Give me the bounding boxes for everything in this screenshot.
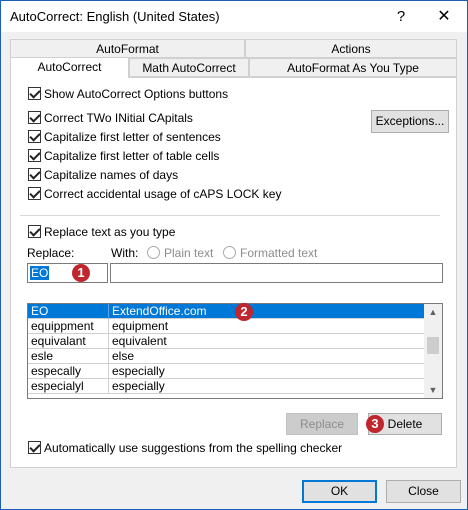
spelling-suggestions-checkbox[interactable] [28, 441, 41, 454]
entry-replace: especally [31, 364, 82, 378]
correct-two-initial-label: Correct TWo INitial CApitals [44, 111, 193, 125]
column-divider [108, 349, 109, 364]
tab-label: AutoFormat As You Type [287, 61, 419, 75]
replace-label: Replace: [27, 246, 75, 260]
tab-label: Actions [331, 42, 371, 56]
with-input[interactable] [110, 263, 443, 283]
list-item[interactable]: especialyl especially [28, 379, 424, 394]
capitalize-table-cells-label: Capitalize first letter of table cells [44, 149, 220, 163]
formatted-text-label: Formatted text [240, 246, 318, 260]
entry-with: equipment [112, 319, 169, 333]
entry-with: else [112, 349, 135, 363]
step-badge-2: 2 [235, 303, 253, 321]
delete-button-label: Delete [387, 417, 423, 431]
replace-input-value: EO [30, 266, 50, 280]
close-window-button[interactable]: ✕ [421, 1, 467, 32]
column-divider [108, 364, 109, 379]
capitalize-table-cells-checkbox[interactable] [28, 149, 41, 162]
formatted-text-radio[interactable] [223, 246, 236, 259]
scroll-down-icon[interactable]: ▼ [424, 383, 442, 397]
tab-label: AutoFormat [96, 42, 159, 56]
scroll-up-icon[interactable]: ▲ [424, 305, 442, 319]
capitalize-sentences-label: Capitalize first letter of sentences [44, 130, 221, 144]
with-label: With: [111, 246, 139, 260]
tab-actions[interactable]: Actions [245, 39, 457, 58]
column-divider [108, 334, 109, 349]
help-button[interactable]: ? [381, 1, 421, 32]
list-scrollbar[interactable]: ▲ ▼ [424, 304, 442, 398]
plain-text-radio[interactable] [147, 246, 160, 259]
entry-replace: equivalant [31, 334, 86, 348]
autocorrect-entries-list[interactable]: EO ExtendOffice.com equippment equipment… [27, 303, 443, 399]
section-divider [20, 215, 440, 216]
show-buttons-checkbox[interactable] [28, 87, 41, 100]
show-buttons-label: Show AutoCorrect Options buttons [44, 87, 229, 101]
entry-with: ExtendOffice.com [112, 304, 207, 318]
column-divider [108, 379, 109, 394]
correct-caps-lock-checkbox[interactable] [28, 187, 41, 200]
entry-with: especially [112, 379, 165, 393]
column-divider [108, 304, 109, 319]
autocorrect-dialog: AutoCorrect: English (United States) ? ✕… [0, 0, 468, 510]
tab-math-autocorrect[interactable]: Math AutoCorrect [129, 58, 249, 77]
list-item[interactable]: equivalant equivalent [28, 334, 424, 349]
close-button[interactable]: Close [386, 480, 461, 503]
exceptions-button[interactable]: Exceptions... [371, 110, 449, 133]
capitalize-sentences-checkbox[interactable] [28, 130, 41, 143]
entry-replace: EO [31, 304, 49, 318]
tab-autocorrect[interactable]: AutoCorrect [10, 57, 129, 78]
scroll-thumb[interactable] [427, 337, 439, 354]
capitalize-days-label: Capitalize names of days [44, 168, 179, 182]
list-item[interactable]: especally especially [28, 364, 424, 379]
step-badge-3: 3 [366, 415, 384, 433]
ok-button[interactable]: OK [302, 480, 377, 503]
replace-text-label: Replace text as you type [44, 225, 176, 239]
replace-input[interactable]: EO [27, 263, 108, 283]
column-divider [108, 319, 109, 334]
list-item[interactable]: EO ExtendOffice.com [28, 304, 424, 319]
step-badge-1: 1 [72, 264, 90, 282]
tab-autoformat-as-you-type[interactable]: AutoFormat As You Type [249, 58, 457, 77]
replace-text-checkbox[interactable] [28, 225, 41, 238]
replace-button[interactable]: Replace [286, 413, 358, 435]
entry-replace: equippment [31, 319, 94, 333]
correct-caps-lock-label: Correct accidental usage of cAPS LOCK ke… [44, 187, 282, 201]
plain-text-label: Plain text [164, 246, 214, 260]
list-item[interactable]: equippment equipment [28, 319, 424, 334]
tab-label: AutoCorrect [37, 60, 102, 74]
entry-with: equivalent [112, 334, 167, 348]
capitalize-days-checkbox[interactable] [28, 168, 41, 181]
tab-label: Math AutoCorrect [142, 61, 236, 75]
title-bar: AutoCorrect: English (United States) ? ✕ [1, 1, 467, 32]
list-item[interactable]: esle else [28, 349, 424, 364]
tab-autoformat[interactable]: AutoFormat [10, 39, 245, 58]
entry-replace: especialyl [31, 379, 84, 393]
entry-replace: esle [31, 349, 54, 363]
correct-two-initial-checkbox[interactable] [28, 111, 41, 124]
entry-with: especially [112, 364, 165, 378]
spelling-suggestions-label: Automatically use suggestions from the s… [44, 441, 343, 455]
window-title: AutoCorrect: English (United States) [10, 9, 220, 24]
